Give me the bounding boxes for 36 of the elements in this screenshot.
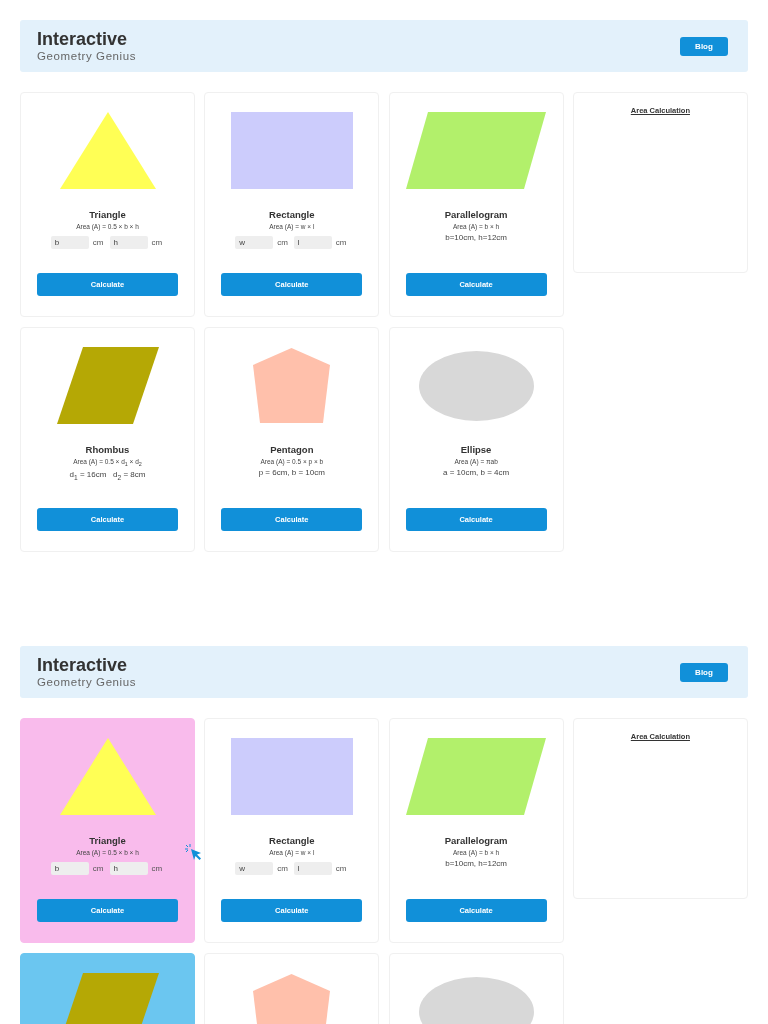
unit-label: cm [335, 864, 347, 873]
shape-name: Triangle [89, 835, 126, 846]
shape-name: Ellipse [460, 444, 492, 455]
given-values: b=10cm, h=12cm [445, 233, 507, 242]
shape-name: Rhombus [85, 444, 130, 455]
unit-label: cm [92, 238, 104, 247]
shape-name: Parallelogram [444, 209, 508, 220]
dimension-input[interactable]: b [50, 236, 89, 249]
dimension-input[interactable]: l [293, 236, 332, 249]
blog-button[interactable]: Blog [680, 36, 728, 56]
shape-name: Rectangle [269, 835, 315, 846]
unit-label: cm [277, 238, 288, 247]
shape-name: Rectangle [269, 209, 315, 220]
blog-button[interactable]: Blog [680, 662, 728, 682]
dimension-input[interactable]: w [235, 862, 274, 875]
unit-label: cm [151, 864, 163, 873]
dimension-input[interactable]: h [109, 236, 148, 249]
site-title: Interactive [37, 29, 129, 49]
unit-label: cm [277, 864, 288, 873]
dimension-input[interactable]: l [293, 862, 332, 875]
shape-name: Pentagon [270, 444, 314, 455]
given-values: a = 10cm, b = 4cm [442, 468, 510, 477]
given-values: p = 6cm, b = 10cm [258, 468, 325, 477]
dimension-input[interactable]: h [109, 862, 148, 875]
given-values: b=10cm, h=12cm [445, 859, 507, 868]
dimension-input[interactable]: w [235, 236, 274, 249]
shape-name: Triangle [89, 209, 126, 220]
dimension-input[interactable]: b [50, 862, 89, 875]
site-title: Interactive [37, 655, 129, 675]
unit-label: cm [151, 238, 163, 247]
site-subtitle: Geometry Genius [37, 49, 137, 63]
site-subtitle: Geometry Genius [37, 675, 137, 689]
unit-label: cm [335, 238, 347, 247]
unit-label: cm [92, 864, 104, 873]
given-values: d$_{1}$ = 16cm d$_{2}$ = 8cm [69, 470, 146, 481]
shape-name: Parallelogram [444, 835, 508, 846]
